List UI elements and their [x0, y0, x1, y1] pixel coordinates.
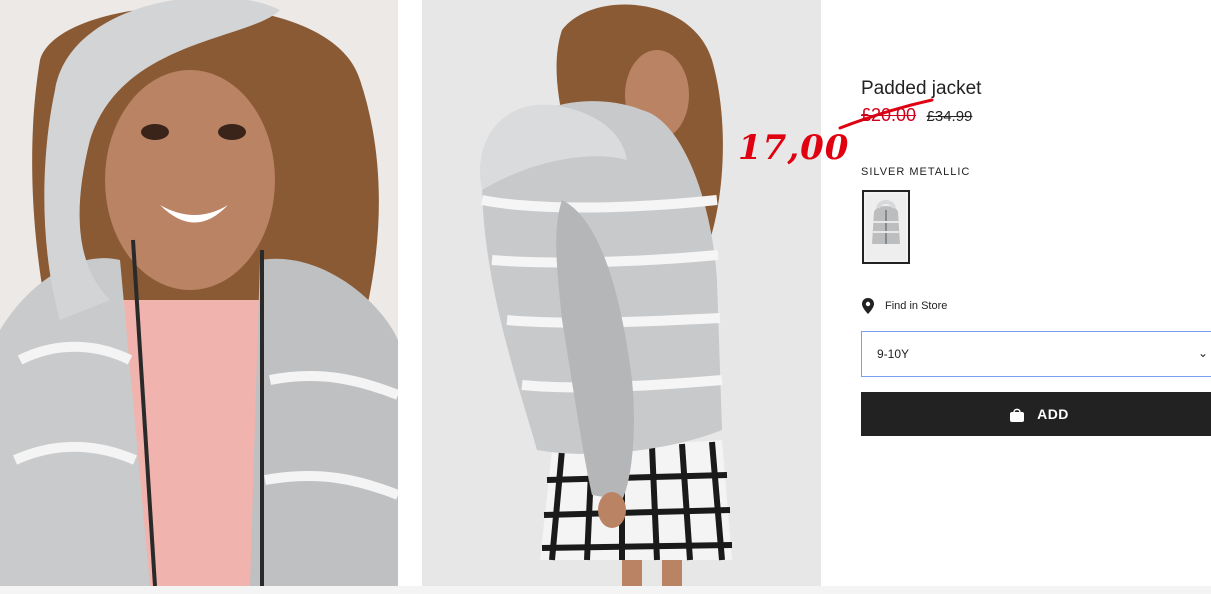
find-in-store-link[interactable]: Find in Store — [861, 298, 947, 314]
add-to-bag-button[interactable]: ADD — [861, 392, 1211, 436]
add-button-label: ADD — [1037, 406, 1069, 422]
selected-size: 9-10Y — [877, 347, 910, 361]
price-row: £20.00 £34.99 — [861, 105, 972, 126]
sale-price: £20.00 — [861, 105, 917, 125]
original-price: £34.99 — [926, 108, 973, 125]
product-image-closeup[interactable] — [0, 0, 398, 586]
product-title: Padded jacket — [861, 78, 982, 99]
jacket-thumbnail — [866, 194, 906, 260]
shopping-bag-icon — [1010, 408, 1025, 422]
find-in-store-label: Find in Store — [885, 300, 948, 312]
color-swatch-silver-metallic[interactable] — [862, 190, 910, 264]
handwritten-price-annotation: 17,00 — [738, 128, 850, 168]
product-image-side[interactable] — [422, 0, 821, 586]
color-name: SILVER METALLIC — [861, 166, 971, 178]
product-info-panel: Padded jacket £20.00 £34.99 SILVER METAL… — [861, 0, 1211, 594]
size-select[interactable]: 9-10Y ⌄ — [861, 331, 1211, 377]
chevron-down-icon: ⌄ — [1197, 346, 1208, 360]
map-pin-icon — [862, 298, 874, 314]
